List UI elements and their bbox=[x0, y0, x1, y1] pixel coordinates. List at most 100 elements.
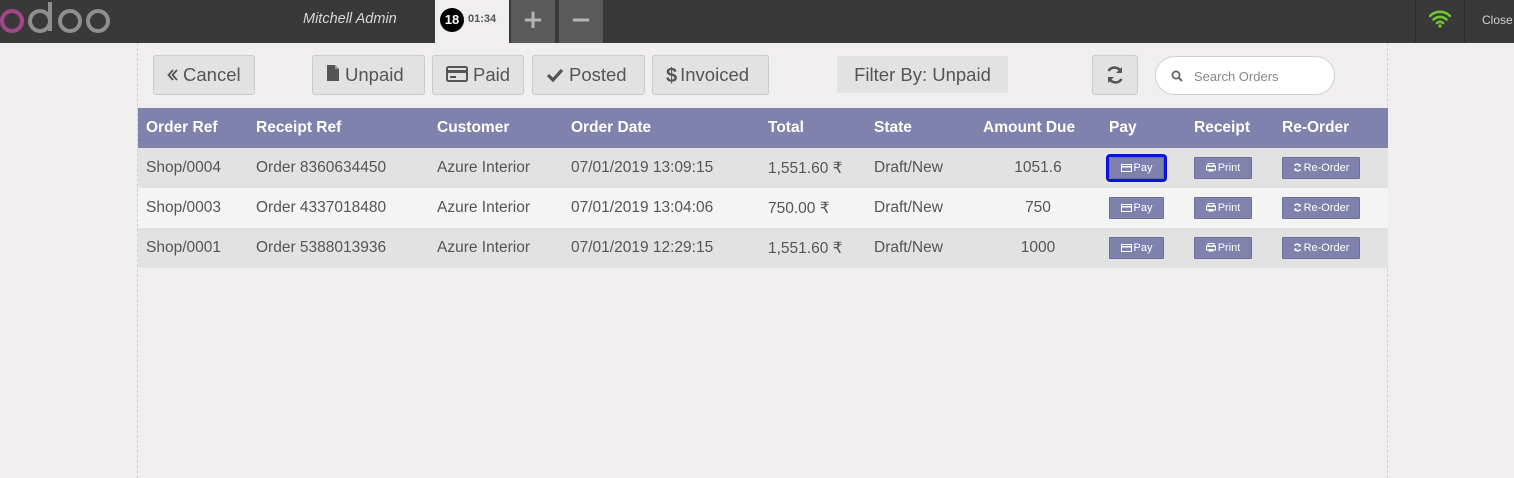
receipt-ref-cell: Order 4337018480 bbox=[248, 188, 429, 228]
total-cell: 1,551.60 ₹ bbox=[760, 228, 866, 268]
pay-button[interactable]: Pay bbox=[1109, 237, 1164, 259]
add-order-button[interactable]: + bbox=[511, 0, 555, 43]
reorder-button[interactable]: Re-Order bbox=[1282, 237, 1360, 259]
order-date-cell: 07/01/2019 12:29:15 bbox=[563, 228, 760, 268]
state-cell: Draft/New bbox=[866, 228, 975, 268]
connection-status[interactable] bbox=[1415, 0, 1465, 43]
customer-cell: Azure Interior bbox=[429, 188, 563, 228]
receipt-ref-cell: Order 5388013936 bbox=[248, 228, 429, 268]
search-input[interactable] bbox=[1194, 66, 1324, 86]
header-customer: Customer bbox=[429, 108, 563, 148]
order-number-badge: 18 bbox=[440, 8, 464, 32]
print-icon bbox=[1205, 163, 1216, 172]
amount-due-cell: 750 bbox=[975, 188, 1101, 228]
header-state: State bbox=[866, 108, 975, 148]
reorder-label: Re-Order bbox=[1303, 162, 1350, 174]
refresh-icon bbox=[1107, 66, 1123, 84]
receipt-cell: Print bbox=[1186, 188, 1274, 228]
table-row[interactable]: Shop/0003 Order 4337018480 Azure Interio… bbox=[138, 188, 1388, 228]
receipt-cell: Print bbox=[1186, 148, 1274, 188]
invoiced-label: Invoiced bbox=[680, 64, 750, 85]
posted-filter-button[interactable]: Posted bbox=[532, 55, 645, 95]
refresh-icon bbox=[1293, 203, 1301, 212]
file-icon bbox=[326, 57, 340, 95]
amount-due-cell: 1000 bbox=[975, 228, 1101, 268]
print-button[interactable]: Print bbox=[1194, 157, 1252, 179]
order-tab[interactable]: 18 01:34 bbox=[435, 0, 509, 43]
header-receipt: Receipt bbox=[1186, 108, 1274, 148]
customer-cell: Azure Interior bbox=[429, 228, 563, 268]
order-time: 01:34 bbox=[468, 13, 497, 25]
search-box[interactable] bbox=[1155, 56, 1335, 95]
refresh-icon bbox=[1293, 243, 1301, 252]
amount-due-cell: 1051.6 bbox=[975, 148, 1101, 188]
print-label: Print bbox=[1217, 202, 1241, 214]
cancel-button[interactable]: Cancel bbox=[153, 55, 255, 95]
reorder-cell: Re-Order bbox=[1274, 188, 1388, 228]
check-icon bbox=[546, 57, 564, 95]
reorder-label: Re-Order bbox=[1303, 242, 1350, 254]
posted-label: Posted bbox=[569, 64, 627, 85]
customer-cell: Azure Interior bbox=[429, 148, 563, 188]
pay-button[interactable]: Pay bbox=[1109, 197, 1164, 219]
pay-label: Pay bbox=[1133, 242, 1153, 254]
paid-label: Paid bbox=[473, 64, 511, 85]
pay-cell: Pay bbox=[1101, 148, 1186, 188]
refresh-button[interactable] bbox=[1092, 55, 1138, 95]
reorder-cell: Re-Order bbox=[1274, 228, 1388, 268]
credit-card-icon bbox=[446, 57, 468, 95]
credit-card-icon bbox=[1120, 244, 1132, 252]
header-amount-due: Amount Due bbox=[975, 108, 1101, 148]
print-icon bbox=[1205, 203, 1216, 212]
reorder-cell: Re-Order bbox=[1274, 148, 1388, 188]
search-icon bbox=[1171, 70, 1183, 82]
close-button[interactable]: Close bbox=[1482, 13, 1513, 27]
pay-label: Pay bbox=[1133, 202, 1153, 214]
header-total: Total bbox=[760, 108, 866, 148]
header-pay: Pay bbox=[1101, 108, 1186, 148]
pay-label: Pay bbox=[1133, 162, 1153, 174]
odoo-logo bbox=[0, 2, 110, 33]
invoiced-filter-button[interactable]: $ Invoiced bbox=[652, 55, 769, 95]
double-chevron-left-icon bbox=[167, 57, 178, 95]
table-row[interactable]: Shop/0004 Order 8360634450 Azure Interio… bbox=[138, 148, 1388, 188]
state-cell: Draft/New bbox=[866, 148, 975, 188]
receipt-cell: Print bbox=[1186, 228, 1274, 268]
refresh-icon bbox=[1293, 163, 1301, 172]
table-row[interactable]: Shop/0001 Order 5388013936 Azure Interio… bbox=[138, 228, 1388, 268]
unpaid-filter-button[interactable]: Unpaid bbox=[312, 55, 425, 95]
orders-screen: Cancel Unpaid Paid Posted $ Invoiced Filt… bbox=[137, 43, 1388, 478]
reorder-label: Re-Order bbox=[1303, 202, 1350, 214]
table-header-row: Order Ref Receipt Ref Customer Order Dat… bbox=[138, 108, 1388, 148]
header-order-ref: Order Ref bbox=[138, 108, 248, 148]
order-date-cell: 07/01/2019 13:04:06 bbox=[563, 188, 760, 228]
credit-card-icon bbox=[1120, 164, 1132, 172]
order-ref-cell: Shop/0003 bbox=[138, 188, 248, 228]
total-cell: 1,551.60 ₹ bbox=[760, 148, 866, 188]
order-date-cell: 07/01/2019 13:09:15 bbox=[563, 148, 760, 188]
print-button[interactable]: Print bbox=[1194, 237, 1252, 259]
unpaid-label: Unpaid bbox=[345, 64, 404, 85]
orders-table: Order Ref Receipt Ref Customer Order Dat… bbox=[138, 108, 1388, 268]
remove-order-button[interactable]: − bbox=[559, 0, 603, 43]
pay-cell: Pay bbox=[1101, 228, 1186, 268]
pay-cell: Pay bbox=[1101, 188, 1186, 228]
pos-topbar: Mitchell Admin 18 01:34 + − Close bbox=[0, 0, 1514, 43]
filter-status: Filter By: Unpaid bbox=[837, 56, 1008, 93]
print-label: Print bbox=[1217, 242, 1241, 254]
reorder-button[interactable]: Re-Order bbox=[1282, 197, 1360, 219]
paid-filter-button[interactable]: Paid bbox=[432, 55, 524, 95]
header-receipt-ref: Receipt Ref bbox=[248, 108, 429, 148]
order-ref-cell: Shop/0004 bbox=[138, 148, 248, 188]
print-label: Print bbox=[1217, 162, 1241, 174]
pay-button[interactable]: Pay bbox=[1106, 154, 1167, 182]
credit-card-icon bbox=[1120, 204, 1132, 212]
cashier-name[interactable]: Mitchell Admin bbox=[303, 11, 397, 27]
receipt-ref-cell: Order 8360634450 bbox=[248, 148, 429, 188]
dollar-icon: $ bbox=[666, 65, 678, 88]
header-reorder: Re-Order bbox=[1274, 108, 1388, 148]
print-button[interactable]: Print bbox=[1194, 197, 1252, 219]
cancel-label: Cancel bbox=[183, 64, 241, 85]
state-cell: Draft/New bbox=[866, 188, 975, 228]
reorder-button[interactable]: Re-Order bbox=[1282, 157, 1360, 179]
